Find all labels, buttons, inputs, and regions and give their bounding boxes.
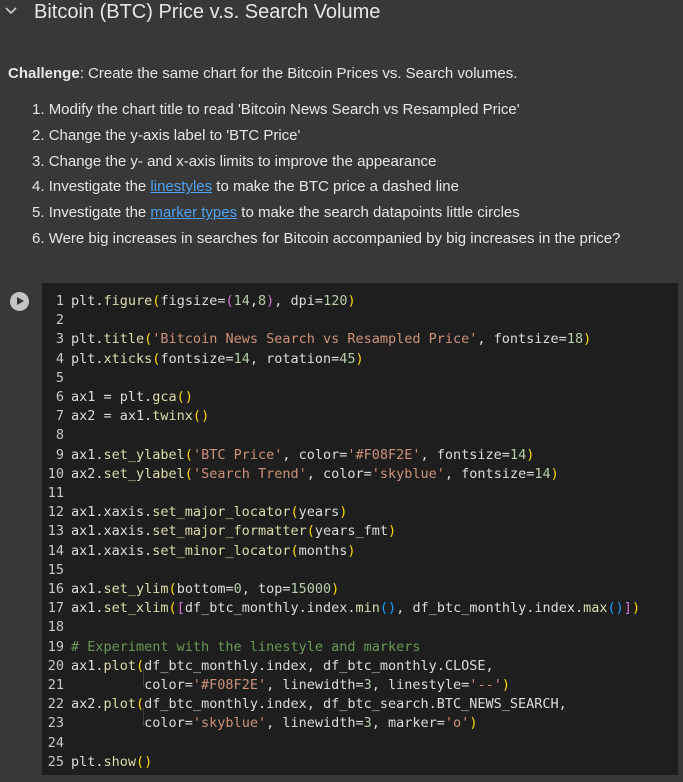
code-text: ax1.set_ylabel('BTC Price', color='#F08F… [71,446,535,463]
line-number: 9 [55,446,64,463]
task-text: Change the y-axis label to 'BTC Price' [48,126,301,144]
code-text: ax2.set_ylabel('Search Trend', color='sk… [71,465,559,482]
task-list: 1. Modify the chart title to read 'Bitco… [32,97,620,252]
line-number: 1 [55,293,64,309]
task-item: 2. Change the y-axis label to 'BTC Price… [32,123,620,149]
line-number: 7 [55,408,64,425]
line-number: 11 [47,485,64,501]
line-number: 16 [47,581,64,597]
run-cell-button[interactable] [10,292,29,311]
line-number: 5 [55,369,64,386]
task-number: 1. [32,101,45,118]
line-number: 6 [55,389,64,405]
code-editor[interactable]: 1 plt.figure(figsize=(14,8), dpi=120) 2 3 pl… [42,283,678,775]
section-header[interactable]: Bitcoin (BTC) Price v.s. Search Volume [0,0,683,30]
challenge-label: Challenge [8,65,80,82]
code-text: ax1.set_ylim(bottom=0, top=15000) [71,581,340,597]
code-text: ax1.xaxis.set_major_formatter(years_fmt) [71,523,397,540]
code-text: ax1 = plt.gca() [71,389,193,405]
task-text: Investigate the [48,204,151,222]
line-number: 12 [47,504,64,521]
task-text: Change the y- and x-axis limits to impro… [48,152,437,170]
task-text: Investigate the [48,178,151,196]
task-text: to make the search datapoints little cir… [237,204,520,222]
code-text: # Experiment with the linestyle and mark… [71,638,421,655]
line-number: 4 [55,350,64,367]
task-item: 3. Change the y- and x-axis limits to im… [32,149,620,175]
code-text: ax1.plot(df_btc_monthly.index, df_btc_mo… [71,657,494,674]
code-text: plt.figure(figsize=(14,8), dpi=120) [71,293,356,309]
line-number: 15 [47,561,64,578]
task-number: 5. [32,204,45,222]
task-text: Modify the chart title to read 'Bitcoin … [48,101,520,118]
code-text: color='#F08F2E', linewidth=3, linestyle=… [71,677,510,693]
challenge-text: Challenge: Create the same chart for the… [8,65,517,82]
code-text: ax1.xaxis.set_minor_locator(months) [71,542,356,559]
linestyles-link[interactable]: linestyles [150,178,212,195]
task-item: 5. Investigate the marker types to make … [32,200,620,226]
line-number: 24 [47,734,64,751]
code-text: ax1.xaxis.set_major_locator(years) [71,504,348,521]
line-number: 19 [47,638,64,655]
code-text: color='skyblue', linewidth=3, marker='o'… [71,715,478,732]
line-number: 22 [47,696,64,713]
code-text: plt.show() [71,753,153,770]
line-number: 25 [47,753,64,770]
line-number: 8 [55,427,64,444]
task-number: 6. [32,229,45,247]
marker-types-link[interactable]: marker types [150,204,237,221]
code-text: plt.title('Bitcoin News Search vs Resamp… [71,331,592,348]
section-title: Bitcoin (BTC) Price v.s. Search Volume [34,1,381,23]
line-number: 20 [47,657,64,674]
code-text: ax2 = ax1.twinx() [71,408,210,425]
line-number: 23 [47,715,64,732]
task-number: 2. [32,126,45,144]
task-item: 1. Modify the chart title to read 'Bitco… [32,97,620,123]
line-number: 18 [47,619,64,636]
line-number: 17 [47,600,64,617]
task-item: 4. Investigate the linestyles to make th… [32,174,620,200]
chevron-down-icon[interactable] [4,4,18,18]
line-number: 2 [55,312,64,329]
line-number: 14 [47,542,64,559]
code-text: ax2.plot(df_btc_monthly.index, df_btc_se… [71,696,567,713]
line-number: 13 [47,523,64,540]
line-number: 21 [47,677,64,693]
challenge-description: : Create the same chart for the Bitcoin … [79,65,518,82]
code-text: ax1.set_xlim([df_btc_monthly.index.min()… [71,600,641,617]
task-item: 6. Were big increases in searches for Bi… [32,226,620,252]
task-text: Were big increases in searches for Bitco… [48,229,621,247]
task-text: to make the BTC price a dashed line [212,178,459,196]
task-number: 4. [32,178,45,196]
task-number: 3. [32,152,45,170]
line-number: 3 [55,331,64,348]
code-text: plt.xticks(fontsize=14, rotation=45) [71,350,364,367]
line-number: 10 [47,465,64,482]
